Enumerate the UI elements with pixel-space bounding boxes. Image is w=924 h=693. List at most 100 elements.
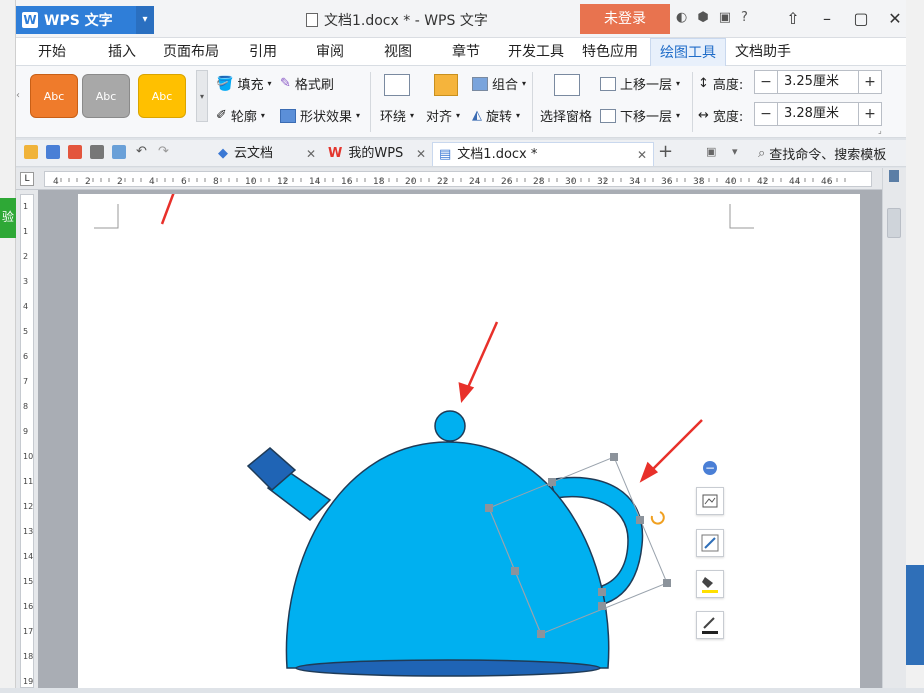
settings-icon[interactable]: ⬢ xyxy=(697,10,708,25)
shape-effect-button[interactable]: 形状效果 ▾ xyxy=(280,106,360,125)
tab-page-layout[interactable]: 页面布局 xyxy=(162,38,220,66)
tab-tool-icon[interactable]: ▣ xyxy=(706,145,716,158)
tab-my-wps[interactable]: W 我的WPS ✕ xyxy=(322,142,432,166)
outline-color-button[interactable] xyxy=(696,611,724,639)
tab-view[interactable]: 视图 xyxy=(378,38,418,66)
bring-forward-button[interactable]: 上移一层 ▾ xyxy=(600,74,680,93)
minimize-button[interactable]: – xyxy=(810,6,844,32)
rotate-handle-icon[interactable] xyxy=(650,511,665,525)
teapot-body[interactable] xyxy=(285,441,610,669)
collapse-toolbar-icon[interactable]: − xyxy=(703,461,717,475)
align-button[interactable]: 对齐 ▾ xyxy=(426,106,460,125)
menu-bar: 开始 插入 页面布局 引用 审阅 视图 章节 开发工具 特色应用 绘图工具 文档… xyxy=(16,38,906,66)
restore-top-icon[interactable]: ⇧ xyxy=(776,6,810,32)
ruler-label: 13 xyxy=(23,527,33,536)
teapot-lid-knob[interactable] xyxy=(434,410,466,442)
fill-label: 填充 xyxy=(237,78,264,93)
group-button[interactable]: 组合 ▾ xyxy=(472,74,526,93)
new-tab-button[interactable]: + xyxy=(658,141,673,162)
scrollbar-thumb[interactable] xyxy=(887,208,901,238)
ruler-label: 32 xyxy=(597,177,608,187)
select-pane-icon xyxy=(554,74,580,96)
shape-style-gold[interactable]: Abc xyxy=(138,74,186,118)
ruler-label: 16 xyxy=(23,602,33,611)
undo-icon[interactable]: ↶ xyxy=(136,144,147,159)
select-pane-button[interactable]: 选择窗格 xyxy=(540,106,592,125)
ruler-label: 10 xyxy=(245,177,257,187)
dialog-launcher-icon[interactable]: ⌟ xyxy=(878,126,882,135)
shape-style-button[interactable] xyxy=(696,529,724,557)
shape-style-gray[interactable]: Abc xyxy=(82,74,130,118)
tab-chapter[interactable]: 章节 xyxy=(446,38,486,66)
chevron-down-icon: ▾ xyxy=(516,111,521,120)
document-page[interactable] xyxy=(78,194,860,688)
background-blue-tab xyxy=(906,565,924,665)
ruler-label: 17 xyxy=(23,627,33,636)
skin-icon[interactable]: ◐ xyxy=(676,10,687,25)
tab-references[interactable]: 引用 xyxy=(244,38,282,66)
chevron-down-icon: ▾ xyxy=(676,79,681,88)
title-tools: ◐ ⬢ ▣ ? xyxy=(676,10,748,25)
share-icon[interactable]: ▣ xyxy=(719,10,731,25)
close-tab-icon[interactable]: ✕ xyxy=(416,142,426,166)
vertical-ruler[interactable]: 1 1 2 3 4 5 6 7 8 9 10 11 12 13 14 15 16 17 18 19 xyxy=(16,190,38,688)
export-pdf-icon[interactable] xyxy=(68,145,82,159)
format-painter-button[interactable]: ✎ 格式刷 xyxy=(280,74,334,93)
tab-drawing-tools[interactable]: 绘图工具 xyxy=(650,38,726,66)
width-decrement[interactable]: − xyxy=(755,103,777,125)
send-backward-button[interactable]: 下移一层 ▾ xyxy=(600,106,680,125)
maximize-button[interactable]: ▢ xyxy=(844,6,878,32)
tab-developer[interactable]: 开发工具 xyxy=(506,38,566,66)
wrap-button[interactable]: 环绕 ▾ xyxy=(380,106,414,125)
width-field[interactable]: −3.28厘米 + xyxy=(754,102,882,126)
ruler-label: 24 xyxy=(469,177,481,187)
open-icon[interactable] xyxy=(24,145,38,159)
shape-style-orange[interactable]: Abc xyxy=(30,74,78,118)
ruler-label: 12 xyxy=(23,502,33,511)
shape-style-more[interactable]: ▾ xyxy=(196,70,208,122)
login-button[interactable]: 未登录 xyxy=(580,4,670,34)
tab-cloud-docs[interactable]: ◆ 云文档 ✕ xyxy=(212,142,322,166)
fill-color-button[interactable] xyxy=(696,570,724,598)
chevron-down-icon: ▾ xyxy=(456,111,461,120)
close-button[interactable]: ✕ xyxy=(878,6,912,32)
vertical-scrollbar[interactable] xyxy=(882,168,906,688)
rotate-button[interactable]: ◭ 旋转 ▾ xyxy=(472,106,520,125)
close-tab-icon[interactable]: ✕ xyxy=(306,142,316,166)
scroll-top-icon[interactable] xyxy=(889,170,899,182)
ruler-label: 9 xyxy=(23,427,28,436)
close-tab-icon[interactable]: ✕ xyxy=(637,143,647,167)
help-icon[interactable]: ? xyxy=(741,10,748,25)
height-value[interactable]: 3.25厘米 xyxy=(777,71,859,93)
redo-icon[interactable]: ↷ xyxy=(158,144,169,159)
ribbon-scroll-left[interactable]: ‹ xyxy=(16,76,26,116)
tab-features[interactable]: 特色应用 xyxy=(580,38,640,66)
print-preview-icon[interactable] xyxy=(112,145,126,159)
tab-home[interactable]: 开始 xyxy=(30,38,74,66)
width-value[interactable]: 3.28厘米 xyxy=(777,103,859,125)
save-icon[interactable] xyxy=(46,145,60,159)
width-increment[interactable]: + xyxy=(859,103,881,125)
fill-button[interactable]: 🪣 填充 ▾ xyxy=(216,74,271,94)
tab-document-1[interactable]: ▤ 文档1.docx * ✕ xyxy=(432,142,654,166)
horizontal-ruler[interactable]: L 4 2 2 4 6 8 10 12 14 16 18 20 22 24 26 28 30 32 34 36 38 40… xyxy=(16,168,882,190)
height-decrement[interactable]: − xyxy=(755,71,777,93)
command-search[interactable]: ⌕ 查找命令、搜索模板 xyxy=(758,144,886,163)
background-window-left: 验 xyxy=(0,0,16,688)
layout-options-button[interactable] xyxy=(696,487,724,515)
annotation-arrows xyxy=(160,194,703,483)
tab-review[interactable]: 审阅 xyxy=(310,38,350,66)
tab-insert[interactable]: 插入 xyxy=(102,38,142,66)
app-menu-button[interactable]: W WPS 文字 xyxy=(16,6,136,34)
ruler-label: 18 xyxy=(373,177,385,187)
wps-window: 验 W WPS 文字 ▾ 文档1.docx * - WPS 文字 未登录 ◐ ⬢ … xyxy=(0,0,924,688)
teapot-base[interactable] xyxy=(295,659,601,677)
height-field[interactable]: −3.25厘米 + xyxy=(754,70,882,94)
tab-assistant[interactable]: 文档助手 xyxy=(732,38,794,66)
tab-selector[interactable]: L xyxy=(20,172,34,186)
outline-button[interactable]: ✐ 轮廓 ▾ xyxy=(216,106,265,125)
print-icon[interactable] xyxy=(90,145,104,159)
tab-list-icon[interactable]: ▾ xyxy=(732,145,738,158)
app-menu-dropdown[interactable]: ▾ xyxy=(136,6,154,34)
height-increment[interactable]: + xyxy=(859,71,881,93)
